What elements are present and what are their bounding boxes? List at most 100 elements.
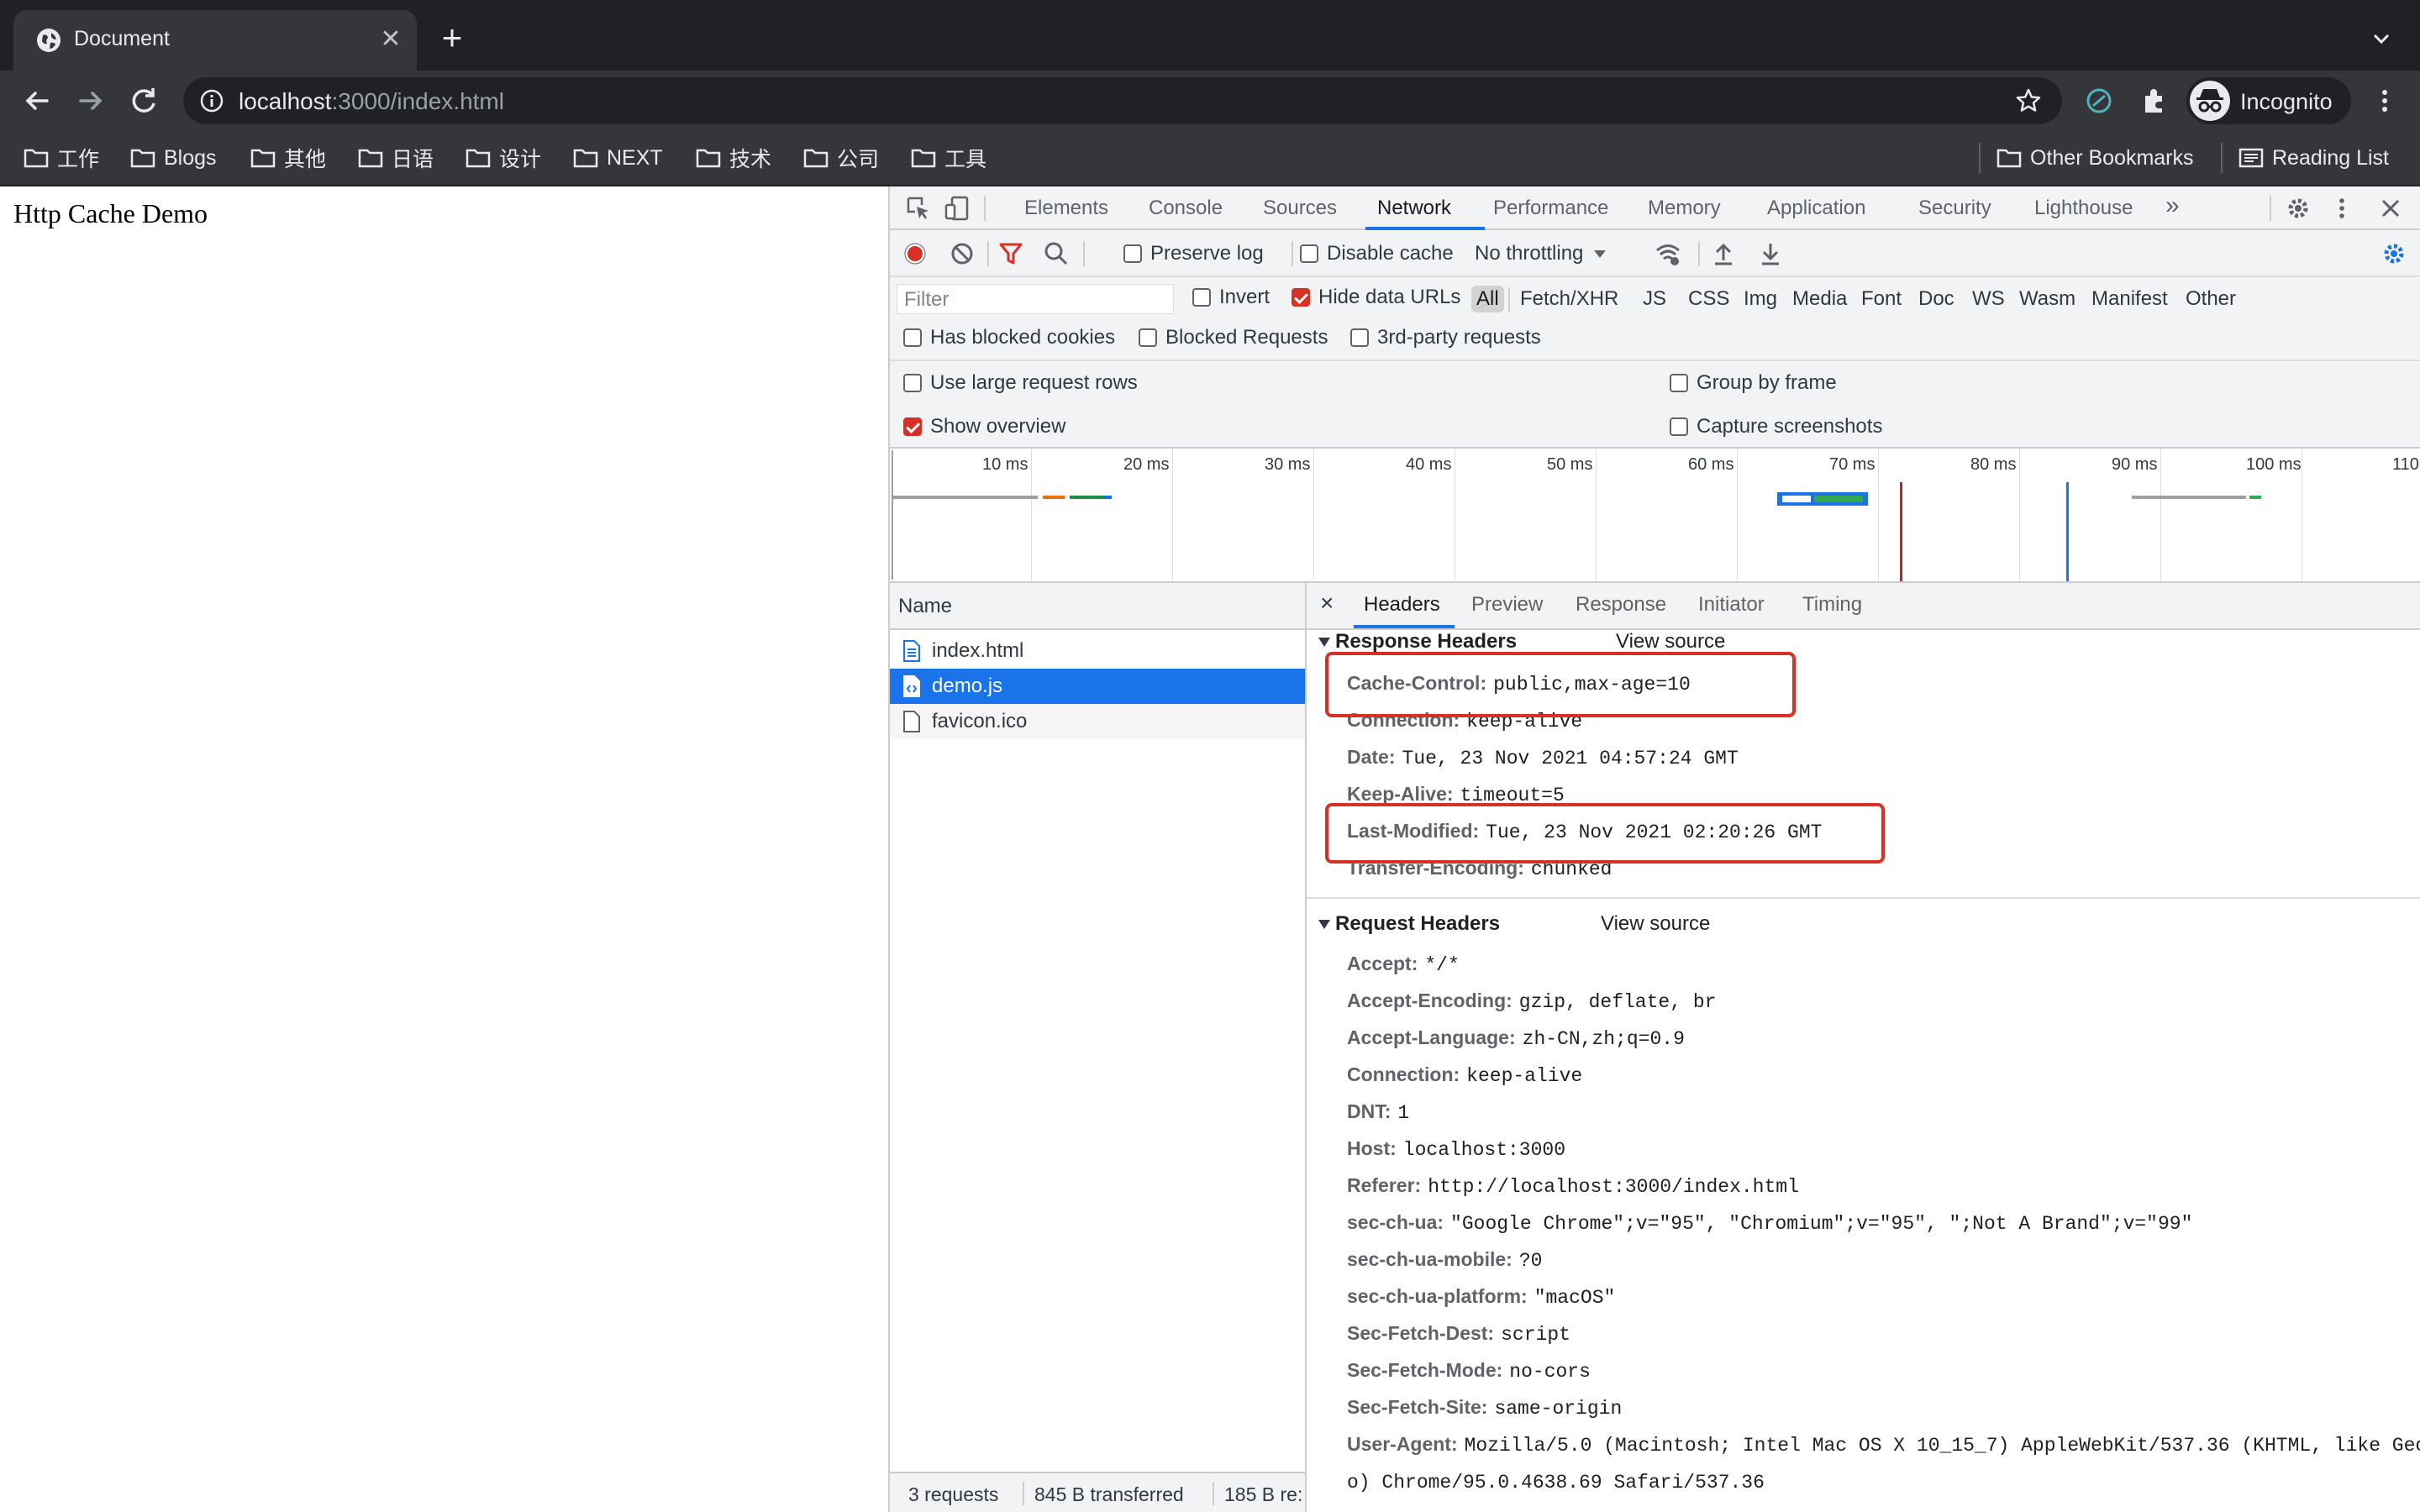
tab-initiator[interactable]: Initiator [1698, 593, 1765, 617]
request-row-index-html[interactable]: index.html [890, 633, 1305, 669]
checkbox[interactable] [1139, 328, 1157, 347]
capture-screenshots-checkbox[interactable]: Capture screenshots [1670, 415, 1882, 438]
other-bookmarks[interactable]: Other Bookmarks [1996, 143, 2194, 173]
address-bar[interactable]: localhost:3000/index.html [183, 77, 2062, 124]
bookmark-folder[interactable]: 设计 [466, 143, 541, 173]
throttling-select[interactable]: No throttling [1475, 242, 1608, 265]
tab-network[interactable]: Network [1377, 197, 1451, 220]
request-row-favicon[interactable]: favicon.ico [890, 704, 1305, 739]
request-headers-toggle[interactable]: Request Headers [1318, 912, 1500, 936]
checkbox[interactable] [1670, 374, 1688, 392]
group-by-frame-checkbox[interactable]: Group by frame [1670, 371, 1837, 395]
preserve-log-checkbox[interactable]: Preserve log [1123, 242, 1264, 265]
import-har-icon[interactable] [1710, 240, 1737, 267]
bookmark-folder[interactable]: 公司 [803, 143, 879, 173]
view-source-link[interactable]: View source [1616, 630, 1725, 654]
filter-funnel-icon[interactable] [997, 240, 1024, 267]
tab-sources[interactable]: Sources [1263, 197, 1337, 220]
device-toolbar-icon[interactable] [944, 195, 971, 222]
export-har-icon[interactable] [1757, 240, 1784, 267]
network-settings-gear-icon[interactable] [2381, 240, 2407, 267]
filter-img[interactable]: Img [1739, 286, 1782, 312]
tab-timing[interactable]: Timing [1802, 593, 1862, 617]
checkbox[interactable] [1350, 328, 1369, 347]
tab-elements[interactable]: Elements [1024, 197, 1108, 220]
clear-icon[interactable] [949, 240, 976, 267]
view-source-link[interactable]: View source [1601, 912, 1710, 936]
bookmark-folder[interactable]: 其他 [250, 143, 326, 173]
network-overview-timeline[interactable]: 10 ms 20 ms 30 ms 40 ms 50 ms 60 ms 70 m… [890, 449, 2420, 583]
filter-other[interactable]: Other [2181, 286, 2241, 312]
checkbox[interactable] [903, 417, 922, 436]
checkbox[interactable] [1670, 417, 1688, 436]
reload-icon[interactable] [124, 81, 165, 121]
filter-ws[interactable]: WS [1967, 286, 2010, 312]
filter-font[interactable]: Font [1856, 286, 1907, 312]
checkbox[interactable] [903, 328, 922, 347]
inspect-element-icon[interactable] [905, 195, 932, 222]
search-icon[interactable] [1043, 240, 1070, 267]
bookmark-folder[interactable]: 工作 [24, 143, 99, 173]
forward-arrow-icon[interactable] [71, 81, 111, 121]
info-icon[interactable] [200, 89, 224, 113]
reading-list[interactable]: Reading List [2238, 143, 2389, 173]
browser-tab[interactable]: Document ✕ [13, 10, 417, 71]
bookmark-folder[interactable]: 技术 [696, 143, 771, 173]
invert-checkbox[interactable]: Invert [1192, 286, 1270, 309]
puzzle-extensions-icon[interactable] [2139, 86, 2170, 116]
tab-console[interactable]: Console [1149, 197, 1223, 220]
third-party-checkbox[interactable]: 3rd-party requests [1350, 326, 1541, 349]
bookmark-folder[interactable]: 日语 [358, 143, 434, 173]
bookmark-folder[interactable]: Blogs [130, 143, 217, 173]
checkbox[interactable] [1192, 288, 1211, 307]
chevron-down-icon[interactable] [2368, 25, 2395, 52]
tab-security[interactable]: Security [1918, 197, 1991, 220]
close-tab-icon[interactable]: ✕ [376, 25, 405, 54]
back-arrow-icon[interactable] [17, 81, 57, 121]
blocked-requests-checkbox[interactable]: Blocked Requests [1139, 326, 1328, 349]
checkbox[interactable] [903, 374, 922, 392]
disable-cache-checkbox[interactable]: Disable cache [1300, 242, 1454, 265]
close-details-icon[interactable]: × [1320, 590, 1334, 617]
devtools-menu-icon[interactable] [2328, 195, 2355, 222]
bookmark-folder[interactable]: NEXT [573, 143, 663, 173]
name-column-header[interactable]: Name [890, 583, 1305, 630]
request-row-demo-js[interactable]: demo.js [890, 669, 1305, 704]
bookmark-folder[interactable]: 工具 [911, 143, 986, 173]
chrome-menu-icon[interactable] [2370, 86, 2400, 116]
response-headers-toggle[interactable]: Response Headers [1318, 630, 1517, 654]
extension-sync-icon[interactable] [2084, 86, 2114, 116]
checkbox[interactable] [1300, 244, 1318, 263]
settings-gear-icon[interactable] [2285, 195, 2312, 222]
filter-fetch-xhr[interactable]: Fetch/XHR [1515, 286, 1623, 312]
filter-js[interactable]: JS [1638, 286, 1671, 312]
checkbox[interactable] [1123, 244, 1142, 263]
url-text[interactable]: localhost:3000/index.html [239, 88, 504, 115]
filter-doc[interactable]: Doc [1913, 286, 1960, 312]
tab-headers[interactable]: Headers [1364, 593, 1440, 617]
record-icon[interactable] [902, 240, 929, 267]
filter-wasm[interactable]: Wasm [2014, 286, 2081, 312]
close-devtools-icon[interactable] [2377, 195, 2404, 222]
tab-memory[interactable]: Memory [1648, 197, 1721, 220]
large-rows-checkbox[interactable]: Use large request rows [903, 371, 1138, 395]
filter-manifest[interactable]: Manifest [2086, 286, 2173, 312]
network-conditions-icon[interactable] [1655, 240, 1681, 267]
hide-data-urls-checkbox[interactable]: Hide data URLs [1292, 286, 1460, 309]
tab-performance[interactable]: Performance [1493, 197, 1608, 220]
tab-preview[interactable]: Preview [1471, 593, 1543, 617]
tab-application[interactable]: Application [1767, 197, 1865, 220]
checkbox[interactable] [1292, 288, 1310, 307]
more-tabs-icon[interactable]: » [2165, 192, 2180, 220]
has-blocked-cookies-checkbox[interactable]: Has blocked cookies [903, 326, 1115, 349]
filter-media[interactable]: Media [1787, 286, 1852, 312]
tab-response[interactable]: Response [1576, 593, 1666, 617]
show-overview-checkbox[interactable]: Show overview [903, 415, 1065, 438]
filter-all[interactable]: All [1471, 286, 1504, 312]
incognito-profile-button[interactable]: Incognito [2186, 77, 2351, 124]
filter-input[interactable]: Filter [897, 284, 1174, 314]
bookmark-star-icon[interactable] [2015, 87, 2042, 114]
new-tab-button[interactable]: + [435, 20, 469, 55]
tab-lighthouse[interactable]: Lighthouse [2034, 197, 2133, 220]
filter-css[interactable]: CSS [1683, 286, 1734, 312]
